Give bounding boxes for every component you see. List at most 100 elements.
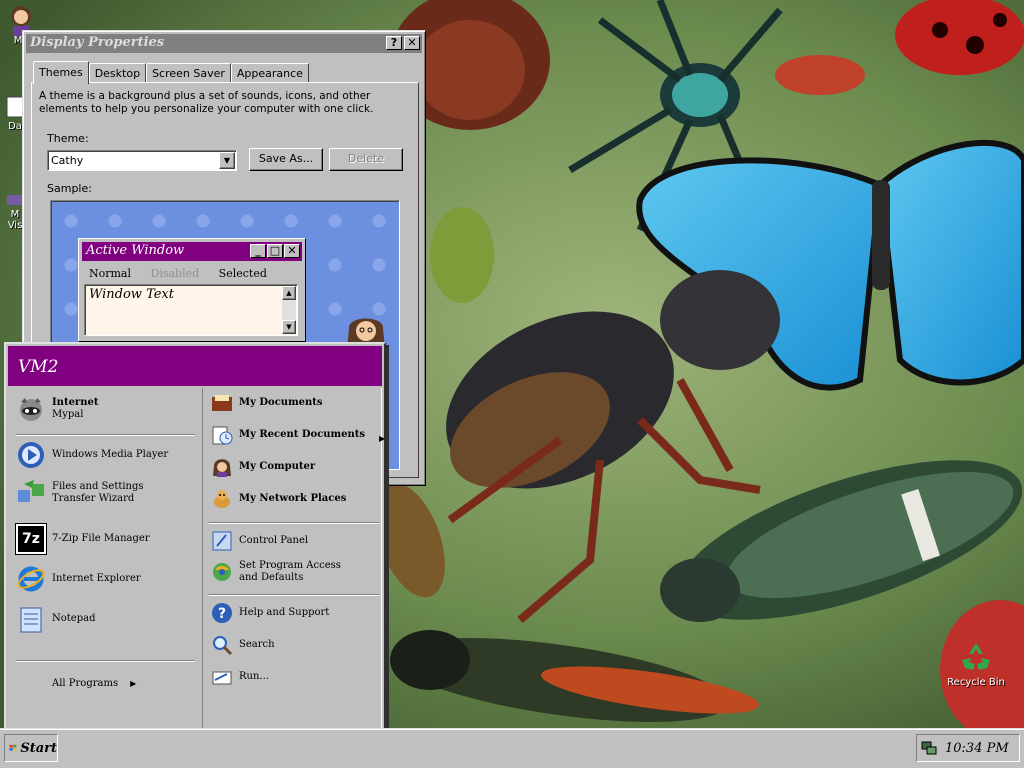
active-window-preview: Active Window _ □ ✕ Normal Disabled Sele… <box>78 238 306 342</box>
transfer-wizard-icon <box>18 480 44 502</box>
my-computer-icon <box>213 459 231 477</box>
start-menu-header: VM2 <box>8 346 382 386</box>
windows-logo-icon <box>9 744 17 751</box>
desktop-icon-label: Recycle Bin <box>947 677 1005 688</box>
start-item-label: Control Panel <box>239 535 309 546</box>
scroll-down-icon: ▼ <box>282 320 296 334</box>
preview-menu-disabled: Disabled <box>150 267 200 280</box>
system-tray: 10:34 PM <box>916 734 1020 762</box>
start-menu-right-column: My Documents My Recent Documents ▶ My Co… <box>202 388 386 728</box>
start-menu-left-column: Internet Mypal Windows Media Player File… <box>8 388 200 728</box>
theme-label: Theme: <box>47 132 89 145</box>
separator <box>209 594 379 596</box>
preview-menu: Normal Disabled Selected <box>89 267 283 280</box>
start-item-label: My Recent Documents <box>239 429 366 440</box>
tab-desktop[interactable]: Desktop <box>88 63 147 83</box>
theme-select-value: Cathy <box>51 154 84 167</box>
tab-screen-saver[interactable]: Screen Saver <box>146 63 231 83</box>
preview-text: Window Text <box>89 287 174 302</box>
start-item-label: My Documents <box>239 397 323 408</box>
start-item-label: Files and Settings Transfer Wizard <box>52 481 144 504</box>
start-item-my-computer[interactable]: My Computer <box>211 456 315 478</box>
maximize-icon: □ <box>267 244 283 258</box>
start-item-label: Set Program Access and Defaults <box>239 560 341 583</box>
network-status-icon[interactable] <box>921 740 937 756</box>
start-item-label: My Computer <box>239 461 316 472</box>
start-item-internet-explorer[interactable]: Internet Explorer <box>16 564 141 594</box>
chevron-right-icon: ▶ <box>379 434 386 443</box>
recent-documents-icon <box>212 426 233 445</box>
help-button[interactable]: ? <box>386 36 402 50</box>
scroll-up-icon: ▲ <box>282 286 296 300</box>
search-icon <box>213 636 233 656</box>
sample-label: Sample: <box>47 182 92 195</box>
preview-scrollbar: ▲ ▼ <box>282 286 296 334</box>
clock[interactable]: 10:34 PM <box>945 741 1009 756</box>
start-item-label: Internet Explorer <box>52 573 141 584</box>
start-item-set-program-access[interactable]: Set Program Access and Defaults <box>211 560 359 584</box>
help-icon: ? <box>212 603 232 623</box>
start-item-label: Run... <box>239 671 269 682</box>
separator <box>209 522 379 524</box>
separator <box>16 660 194 662</box>
start-item-run[interactable]: Run... <box>211 666 269 688</box>
save-as-button[interactable]: Save As... <box>249 148 323 171</box>
start-item-internet-subtitle: Mypal <box>52 409 84 420</box>
start-item-notepad[interactable]: Notepad <box>16 604 95 634</box>
internet-explorer-icon <box>17 566 45 592</box>
preview-menu-normal: Normal <box>89 267 132 280</box>
start-item-label: 7-Zip File Manager <box>52 533 150 544</box>
preview-title: Active Window <box>86 243 185 258</box>
start-menu-username: VM2 <box>18 357 59 377</box>
start-label: Start <box>20 740 57 756</box>
start-item-label: My Network Places <box>239 493 347 504</box>
chevron-down-icon[interactable]: ▼ <box>219 152 235 169</box>
window-title: Display Properties <box>30 35 165 50</box>
chevron-right-icon: ▶ <box>130 679 137 688</box>
start-item-my-recent-documents[interactable]: My Recent Documents <box>211 424 365 446</box>
all-programs-label: All Programs <box>52 678 119 689</box>
start-item-label: Help and Support <box>239 607 330 618</box>
start-menu: VM2 Internet Mypal Windows Media Player <box>4 342 386 730</box>
start-item-my-network-places[interactable]: My Network Places <box>211 488 346 510</box>
taskbar: Start 10:34 PM <box>0 728 1024 768</box>
preview-menu-selected: Selected <box>218 267 267 280</box>
network-places-icon <box>214 490 230 508</box>
start-item-search[interactable]: Search <box>211 634 275 656</box>
all-programs-button[interactable]: All Programs ▶ <box>52 678 136 690</box>
tab-strip: Themes Desktop Screen Saver Appearance <box>33 61 309 84</box>
theme-description: A theme is a background plus a set of so… <box>39 90 374 115</box>
desktop-icon-recycle-bin[interactable]: Recycle Bin <box>944 640 1008 688</box>
recycle-bin-icon <box>962 643 990 670</box>
delete-button[interactable]: Delete <box>329 148 403 171</box>
tab-themes[interactable]: Themes <box>33 61 89 84</box>
start-item-help-and-support[interactable]: ? Help and Support <box>211 602 329 624</box>
preview-window-text: Window Text ▲ ▼ <box>84 284 298 336</box>
start-item-label: Notepad <box>52 613 96 624</box>
window-titlebar[interactable]: Display Properties ? ✕ <box>26 34 422 53</box>
tab-appearance[interactable]: Appearance <box>230 63 309 83</box>
notepad-icon <box>20 607 42 633</box>
start-item-internet-mypal[interactable]: Internet Mypal <box>16 394 98 424</box>
start-item-7zip[interactable]: 7z 7-Zip File Manager <box>16 524 150 554</box>
7zip-icon: 7z <box>16 524 46 554</box>
start-item-windows-media-player[interactable]: Windows Media Player <box>16 440 168 470</box>
start-item-my-documents[interactable]: My Documents <box>211 392 323 414</box>
start-button[interactable]: Start <box>4 734 58 762</box>
start-item-label: Windows Media Player <box>52 449 169 460</box>
start-item-label: Search <box>239 639 275 650</box>
close-icon: ✕ <box>284 244 300 258</box>
preview-titlebar: Active Window _ □ ✕ <box>82 242 302 261</box>
separator <box>16 434 194 436</box>
run-icon <box>212 671 232 685</box>
program-access-icon <box>213 563 231 581</box>
close-button[interactable]: ✕ <box>404 36 420 50</box>
my-documents-icon <box>212 395 232 411</box>
theme-select[interactable]: Cathy ▼ <box>47 150 237 171</box>
start-item-control-panel[interactable]: Control Panel <box>211 530 308 552</box>
raccoon-browser-icon <box>20 398 42 421</box>
start-item-internet-title: Internet <box>52 397 99 408</box>
start-item-transfer-wizard[interactable]: Files and Settings Transfer Wizard <box>16 478 182 508</box>
media-player-icon <box>18 442 44 468</box>
control-panel-icon <box>212 531 232 551</box>
